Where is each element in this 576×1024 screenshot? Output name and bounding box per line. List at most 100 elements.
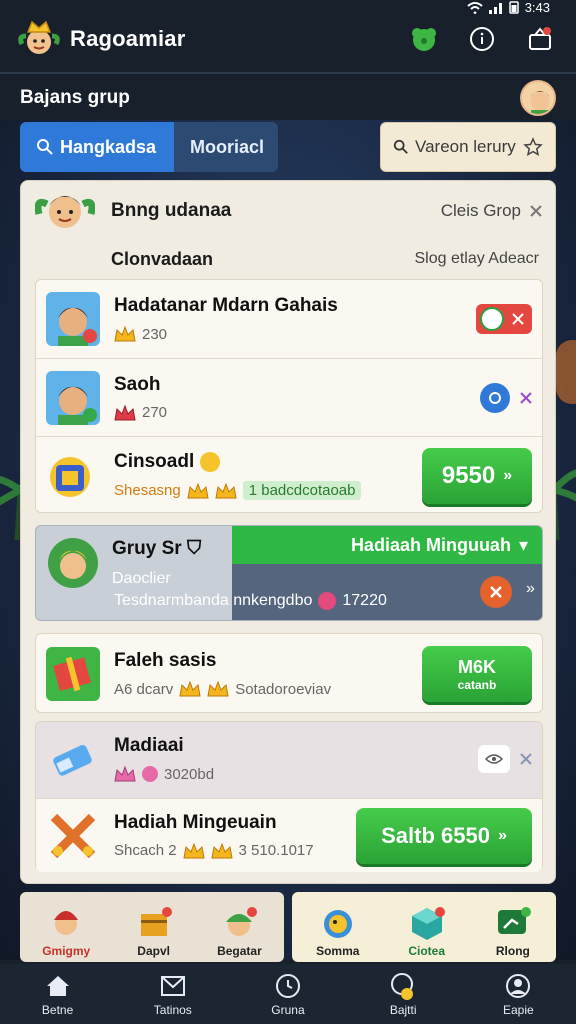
nav-item-tatinos[interactable]: Tatinos bbox=[133, 971, 213, 1017]
dock-item-ciotea[interactable]: Ciotea bbox=[408, 904, 446, 958]
nav-label: Betne bbox=[41, 1003, 74, 1017]
group-sub-right: Slog etlay Adeacr bbox=[414, 250, 539, 267]
crown-icon bbox=[179, 680, 201, 697]
item-name: Faleh sasis bbox=[114, 650, 217, 671]
item-meta-2: Sotadoroeviav bbox=[235, 680, 332, 698]
clock-icon bbox=[273, 971, 303, 1001]
remove-member-button[interactable] bbox=[476, 304, 532, 334]
home-icon bbox=[43, 971, 73, 1001]
group-header: Bnng udanaa Cleis Grop bbox=[21, 181, 557, 241]
grup-card[interactable]: Hadiaah Minguuah ▾ Gruy Sr ⛉ Daoclier Te… bbox=[35, 525, 543, 621]
chest-icon bbox=[46, 449, 100, 503]
nav-item-eapie[interactable]: Eapie bbox=[478, 971, 558, 1017]
chevron-right-icon: » bbox=[526, 580, 535, 597]
group-subheader: Clonvadaan Slog etlay Adeacr bbox=[21, 241, 557, 277]
star-icon[interactable] bbox=[523, 137, 543, 157]
close-icon[interactable] bbox=[520, 391, 532, 404]
claim-button-label: 9550 bbox=[441, 461, 496, 489]
close-icon[interactable] bbox=[520, 753, 532, 765]
crown-icon bbox=[114, 765, 136, 782]
member-avatar bbox=[46, 292, 100, 346]
character-icon bbox=[220, 904, 258, 942]
banner: Hadiaah Minguuah ▾ bbox=[232, 526, 542, 564]
search-input[interactable]: Vareon lerury bbox=[380, 122, 556, 172]
dock-item-rlong[interactable]: Rlong bbox=[494, 904, 532, 958]
member-meta: Shesasng bbox=[114, 482, 181, 499]
claim-button[interactable]: M6K catanb bbox=[422, 646, 532, 702]
crown-icon bbox=[210, 842, 233, 858]
grup-name: Gruy Sr ⛉ bbox=[112, 538, 202, 559]
reward-card: Madiaai 3020bd Hadiah Mingeuain Shcach 2… bbox=[35, 721, 543, 872]
nav-item-bajtti[interactable]: Bajtti bbox=[363, 971, 443, 1017]
nav-label: Bajtti bbox=[389, 1003, 417, 1017]
claim-button-label: M6K bbox=[457, 656, 496, 677]
eye-icon[interactable] bbox=[478, 745, 510, 773]
tab-mooriacl[interactable]: Mooriacl bbox=[174, 122, 278, 172]
chevron-right-icon: » bbox=[497, 826, 507, 844]
group-title: Bnng udanaa bbox=[111, 200, 232, 221]
crown-icon bbox=[182, 842, 205, 858]
divider bbox=[0, 72, 576, 74]
heart-icon bbox=[142, 766, 158, 782]
eraser-icon bbox=[46, 732, 100, 786]
list-item[interactable]: Saoh 270 bbox=[36, 358, 542, 436]
close-icon[interactable] bbox=[480, 576, 512, 608]
dock-label: Dapvl bbox=[137, 944, 170, 958]
dock-item-gmigmy[interactable]: Gmigmy bbox=[42, 904, 90, 958]
group-avatar bbox=[35, 184, 95, 238]
list-item[interactable]: Hadiah Mingeuain Shcach 2 3 510.1017 Sal… bbox=[36, 798, 542, 872]
heart-icon bbox=[318, 592, 337, 610]
member-name: Cinsoadl bbox=[114, 451, 422, 473]
dock-item-somma[interactable]: Somma bbox=[316, 904, 359, 958]
dock-item-dapvl[interactable]: Dapvl bbox=[135, 904, 173, 958]
group-icon bbox=[388, 971, 418, 1001]
grup-stat-text: Tesdnarmbanda nnkengdbo bbox=[114, 592, 313, 609]
crown-icon bbox=[215, 482, 237, 498]
chest-icon bbox=[135, 904, 173, 942]
group-sub-label: Clonvadaan bbox=[111, 248, 214, 269]
grup-desc: Daoclier bbox=[112, 570, 171, 587]
nav-item-gruna[interactable]: Gruna bbox=[248, 971, 328, 1017]
list-item[interactable]: Faleh sasis A6 dcarv Sotadoroeviav M6K c… bbox=[36, 634, 542, 714]
gift-box-icon bbox=[46, 647, 100, 701]
claim-button-sublabel: catanb bbox=[457, 677, 497, 692]
crown-icon bbox=[187, 482, 209, 498]
user-avatar[interactable] bbox=[520, 80, 556, 116]
dock-item-begatar[interactable]: Begatar bbox=[217, 904, 262, 958]
grup-avatar bbox=[48, 538, 98, 588]
list-item[interactable]: Cinsoadl Shesasng 1 badcdcotaoab 9550 » bbox=[36, 436, 542, 514]
grup-stat: Tesdnarmbanda nnkengdbo 17220 bbox=[114, 592, 387, 610]
section-header: Bajans grup bbox=[0, 76, 576, 120]
warrior-icon bbox=[47, 904, 85, 942]
search-placeholder: Vareon lerury bbox=[415, 137, 516, 156]
list-item[interactable]: Madiaai 3020bd bbox=[36, 722, 542, 796]
item-meta: 3020bd bbox=[164, 765, 215, 783]
claim-button[interactable]: 9550 » bbox=[422, 447, 532, 504]
bottom-nav: Betne Tatinos Gruna Bajtti Eapie bbox=[0, 964, 576, 1024]
member-avatar bbox=[46, 370, 100, 425]
dock-label: Rlong bbox=[495, 944, 530, 958]
gift-icon[interactable] bbox=[406, 21, 442, 57]
crown-icon bbox=[114, 325, 136, 342]
tab-hangkadsa[interactable]: Hangkadsa bbox=[20, 122, 174, 172]
nav-item-betne[interactable]: Betne bbox=[18, 971, 98, 1017]
chevron-right-icon: » bbox=[503, 466, 513, 484]
dock-left: Gmigmy Dapvl Begatar bbox=[20, 892, 284, 962]
item-meta-2: 3 510.1017 bbox=[238, 842, 314, 859]
nav-label: Gruna bbox=[271, 1003, 305, 1017]
item-name: Hadiah Mingeuain bbox=[114, 811, 277, 833]
refresh-icon[interactable] bbox=[480, 382, 510, 413]
claim-button[interactable]: Saltb 6550 » bbox=[356, 807, 532, 864]
refresh-icon bbox=[480, 307, 504, 331]
notification-icon[interactable] bbox=[522, 21, 558, 57]
close-icon bbox=[530, 205, 542, 217]
info-icon[interactable] bbox=[464, 21, 500, 57]
dock-right: Somma Ciotea Rlong bbox=[292, 892, 556, 962]
dock-label: Ciotea bbox=[408, 944, 445, 958]
close-group-button[interactable]: Cleis Grop bbox=[441, 201, 543, 221]
list-item[interactable]: Hadatanar Mdarn Gahais 230 bbox=[36, 280, 542, 358]
dock-label: Gmigmy bbox=[42, 944, 91, 958]
chat-icon bbox=[494, 904, 532, 942]
member-score: 270 bbox=[142, 404, 168, 421]
dock-label: Begatar bbox=[217, 944, 262, 958]
